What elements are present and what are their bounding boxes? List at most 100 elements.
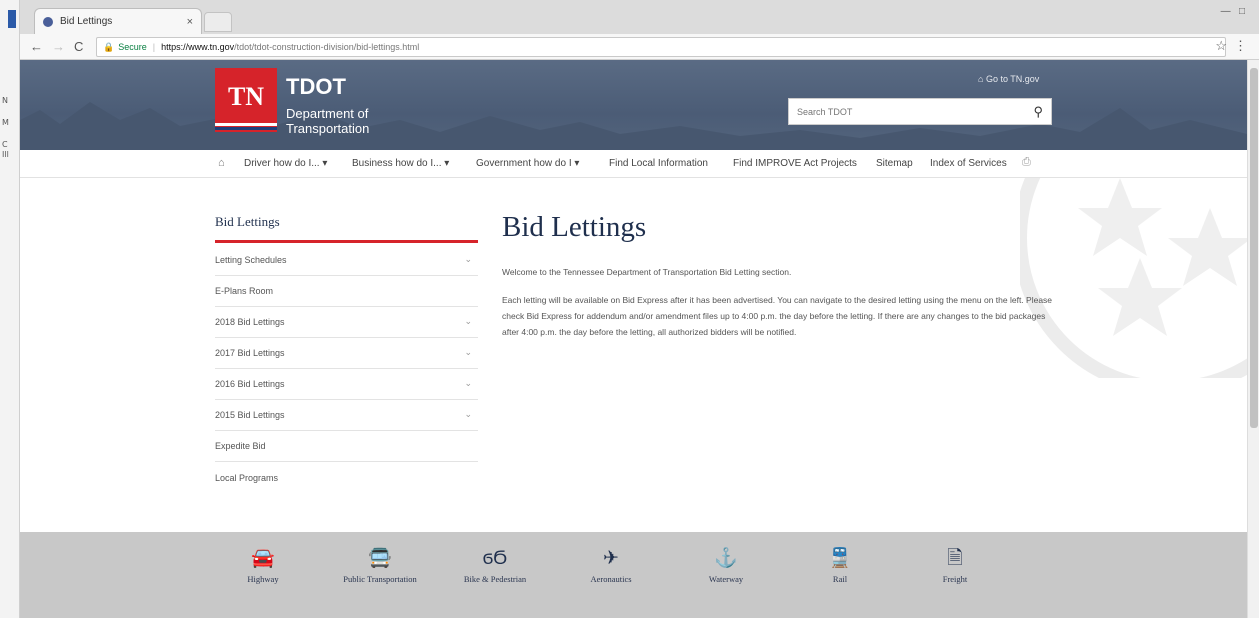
separator: | [152, 42, 156, 52]
browser-toolbar: ← → C 🔒 Secure | https://www.tn.gov /tdo… [20, 34, 1259, 60]
sidebar-item-local-programs[interactable]: Local Programs [215, 462, 478, 493]
intro-text: Welcome to the Tennessee Department of T… [502, 267, 792, 277]
sidebar-item-2018[interactable]: 2018 Bid Lettings ⌄ [215, 307, 478, 338]
logo-title[interactable]: TDOT [286, 74, 346, 100]
strip-letter: M [2, 118, 9, 127]
chevron-down-icon[interactable]: ⌄ [464, 409, 472, 420]
lock-icon: 🔒 [103, 41, 115, 52]
anchor-icon: ⚓ [714, 548, 738, 569]
window-controls[interactable]: — □ [1221, 6, 1245, 17]
left-app-strip: N M C Ill [0, 0, 20, 618]
mode-label: Waterway [708, 574, 744, 584]
close-icon[interactable]: × [187, 16, 193, 28]
main-content: Bid Lettings Welcome to the Tennessee De… [502, 210, 1057, 340]
plane-icon: ✈ [603, 548, 619, 569]
chevron-down-icon[interactable]: ⌄ [464, 316, 472, 327]
sidebar-item-label: 2015 Bid Lettings [215, 410, 285, 420]
logo-stripe [215, 123, 277, 126]
logo-sub-line: Department of [286, 106, 369, 121]
app-accent [8, 10, 16, 28]
sidebar-item-2016[interactable]: 2016 Bid Lettings ⌄ [215, 369, 478, 400]
mode-aeronautics[interactable]: ✈ Aeronautics [556, 546, 666, 584]
sidebar-item-label: Expedite Bid [215, 441, 266, 451]
address-bar[interactable]: 🔒 Secure | https://www.tn.gov /tdot/tdot… [96, 37, 1226, 57]
tn-logo[interactable]: TN [215, 68, 277, 132]
chevron-down-icon[interactable]: ⌄ [464, 254, 472, 265]
mode-waterway[interactable]: ⚓ Waterway [671, 546, 781, 584]
sidebar-item-label: Local Programs [215, 472, 279, 483]
strip-letter: C [2, 140, 8, 149]
secure-label: Secure [118, 42, 147, 52]
search-input[interactable] [797, 106, 1017, 117]
sidebar-item-label: E-Plans Room [215, 286, 274, 296]
home-icon[interactable]: ⌂ [218, 157, 225, 169]
sidebar-item-eplans-room[interactable]: E-Plans Room [215, 276, 478, 307]
mode-public-transportation[interactable]: 🚍 Public Transportation [325, 546, 435, 584]
car-icon: 🚘 [251, 548, 275, 569]
bookmark-star-icon[interactable]: ☆ [1215, 38, 1227, 54]
chevron-down-icon[interactable]: ⌄ [464, 347, 472, 358]
bike-icon: ϭϬ [482, 548, 508, 569]
transport-modes-footer: 🚘 Highway 🚍 Public Transportation ϭϬ Bik… [20, 532, 1247, 618]
forward-icon[interactable]: → [52, 39, 65, 54]
mode-label: Rail [832, 574, 848, 584]
menu-icon[interactable]: ⋮ [1234, 38, 1247, 54]
body-text: Each letting will be available on Bid Ex… [502, 295, 1053, 337]
search-icon[interactable]: ⚲ [1033, 104, 1043, 120]
page-viewport: TN TDOT Department of Transportation ⌂ G… [20, 60, 1247, 618]
sidebar-item-label: 2017 Bid Lettings [215, 348, 285, 358]
tree-silhouette [20, 102, 1247, 150]
browser-tab[interactable]: Bid Lettings × [34, 8, 202, 34]
mode-label: Public Transportation [343, 574, 417, 584]
nav-index-services[interactable]: Index of Services [930, 158, 1007, 169]
mode-label: Highway [247, 574, 279, 584]
goto-tngov-link[interactable]: ⌂ Go to TN.gov [978, 74, 1039, 84]
browser-window: N M C Ill Bid Lettings × — □ ← → C 🔒 Sec… [0, 0, 1259, 618]
site-header: TN TDOT Department of Transportation ⌂ G… [20, 60, 1247, 150]
sidebar-item-2017[interactable]: 2017 Bid Lettings ⌄ [215, 338, 478, 369]
scrollbar-thumb[interactable] [1250, 68, 1258, 428]
sidebar-title: Bid Lettings [215, 214, 280, 229]
sidebar-item-label: 2018 Bid Lettings [215, 317, 285, 327]
mode-label: Aeronautics [590, 574, 632, 584]
mode-label: Freight [942, 574, 968, 584]
chevron-down-icon[interactable]: ⌄ [464, 378, 472, 389]
print-icon[interactable]: ⎙ [1022, 156, 1031, 169]
mode-rail[interactable]: 🚆 Rail [785, 546, 895, 584]
sidebar-item-label: Letting Schedules [215, 255, 287, 265]
logo-sub-line: Transportation [286, 121, 370, 136]
tab-strip: Bid Lettings × — □ [20, 0, 1259, 34]
sidebar-item-expedite-bid[interactable]: Expedite Bid [215, 431, 478, 462]
main-nav: ⌂ Driver how do I... ▾ Business how do I… [20, 150, 1247, 178]
bus-icon: 🚍 [368, 548, 392, 569]
mode-highway[interactable]: 🚘 Highway [208, 546, 318, 584]
mode-freight[interactable]: 🗎 Freight [900, 546, 1010, 584]
sidebar-item-label: 2016 Bid Lettings [215, 379, 285, 389]
url-path: /tdot/tdot-construction-division/bid-let… [234, 42, 420, 52]
train-icon: 🚆 [828, 548, 852, 569]
page-scrollbar[interactable] [1247, 60, 1259, 618]
nav-find-local[interactable]: Find Local Information [609, 158, 708, 169]
nav-improve-act[interactable]: Find IMPROVE Act Projects [733, 158, 857, 169]
page-title: Bid Lettings [502, 211, 647, 243]
nav-sitemap[interactable]: Sitemap [876, 158, 913, 169]
sidebar-item-letting-schedules[interactable]: Letting Schedules ⌄ [215, 245, 478, 276]
tab-title: Bid Lettings [60, 16, 113, 27]
nav-business[interactable]: Business how do I... ▾ [352, 158, 449, 169]
goto-label: Go to TN.gov [985, 74, 1040, 84]
nav-driver[interactable]: Driver how do I... ▾ [244, 158, 327, 169]
new-tab-button[interactable] [204, 12, 232, 32]
truck-icon: 🗎 [947, 548, 963, 569]
strip-letter: Ill [2, 150, 9, 159]
favicon-icon [43, 16, 53, 27]
strip-letter: N [2, 96, 8, 105]
sidebar-nav: Bid Lettings Letting Schedules ⌄ E-Plans… [215, 210, 478, 493]
mode-bike-pedestrian[interactable]: ϭϬ Bike & Pedestrian [440, 546, 550, 584]
url-host: https://www.tn.gov [161, 42, 235, 52]
sidebar-item-2015[interactable]: 2015 Bid Lettings ⌄ [215, 400, 478, 431]
mode-label: Bike & Pedestrian [463, 574, 527, 584]
logo-tn-text: TN [227, 82, 265, 111]
nav-government[interactable]: Government how do I ▾ [476, 158, 579, 169]
back-icon[interactable]: ← [30, 39, 43, 54]
reload-icon[interactable]: C [74, 39, 83, 54]
